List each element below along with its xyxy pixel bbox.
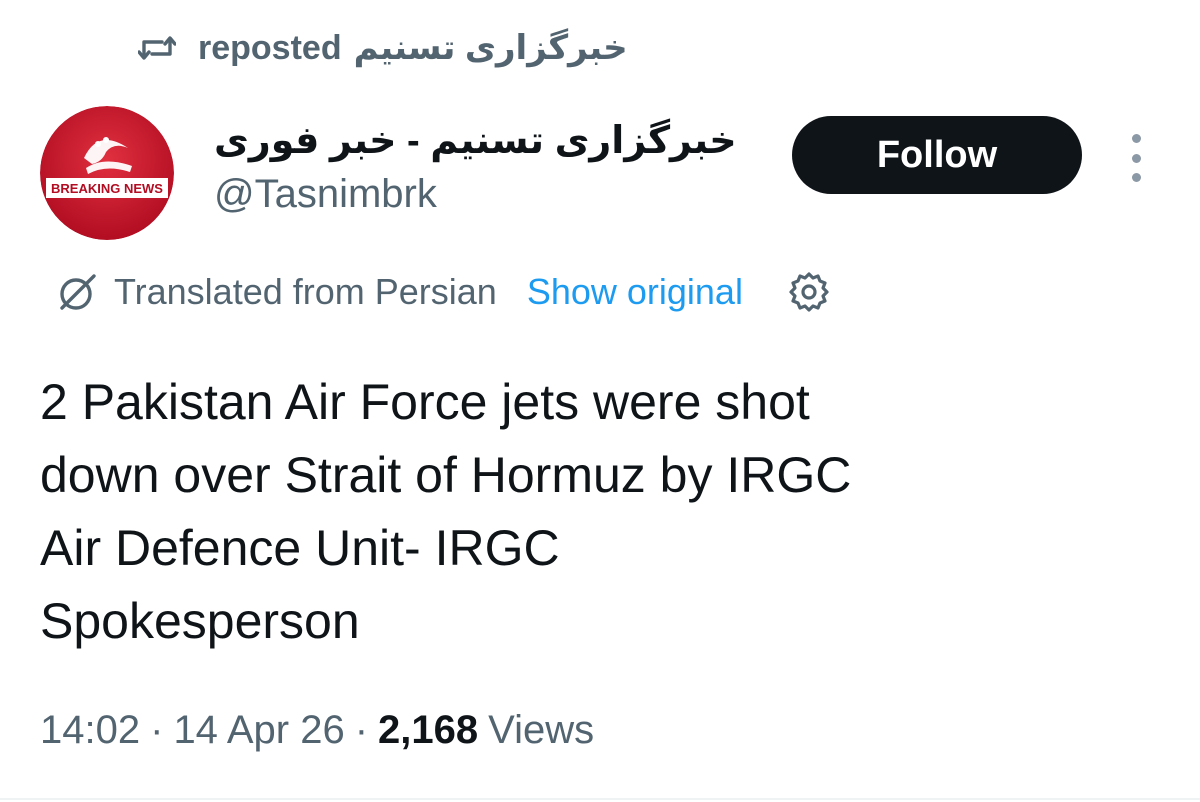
tweet-text-line: Air Defence Unit- IRGC (40, 520, 560, 576)
meta-separator: · (150, 707, 164, 752)
translated-label: Translated from Persian (114, 271, 497, 312)
tweet-text-line: down over Strait of Hormuz by IRGC (40, 447, 852, 503)
tweet-text-line: 2 Pakistan Air Force jets were shot (40, 374, 810, 430)
more-options-button[interactable] (1116, 130, 1156, 186)
repost-icon (138, 33, 176, 63)
tweet-date[interactable]: 14 Apr 26 (173, 708, 344, 753)
globe-slash-icon (56, 270, 100, 314)
avatar-badge-text: BREAKING NEWS (51, 181, 163, 196)
follow-button[interactable]: Follow (792, 116, 1082, 194)
author-display-name[interactable]: خبرگزاری تسنیم - خبر فوری (214, 118, 737, 163)
divider (0, 798, 1200, 800)
gear-icon[interactable] (787, 270, 831, 314)
tweet-text-line: Spokesperson (40, 593, 360, 649)
views-count[interactable]: 2,168 (378, 708, 478, 753)
show-original-link[interactable]: Show original (527, 271, 743, 313)
repost-header[interactable]: reposted خبرگزاری تسنیم (138, 22, 628, 74)
avatar[interactable]: BREAKING NEWS (40, 106, 174, 240)
more-vertical-icon (1131, 134, 1141, 143)
tweet-meta: 14:02 · 14 Apr 26 · 2,168 Views (40, 702, 594, 758)
views-label[interactable]: Views (488, 708, 594, 753)
author-handle[interactable]: @Tasnimbrk (214, 172, 437, 217)
tweet-time[interactable]: 14:02 (40, 708, 140, 753)
repost-label: reposted (198, 28, 342, 67)
reposter-name[interactable]: خبرگزاری تسنیم (354, 28, 628, 68)
tweet-text: 2 Pakistan Air Force jets were shot down… (40, 366, 1160, 658)
meta-separator: · (354, 707, 369, 752)
translation-bar: Translated from Persian Show original (56, 266, 831, 318)
